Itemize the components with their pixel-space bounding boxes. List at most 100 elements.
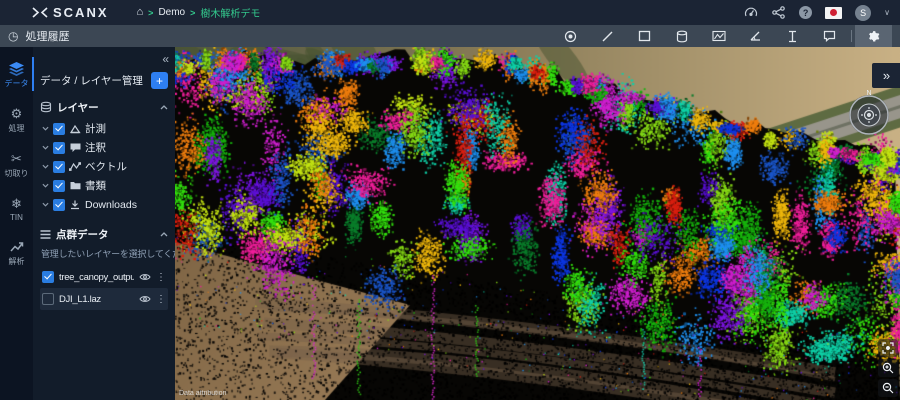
pointcloud-file-row[interactable]: tree_canopy_output_seg.laz ⋮ (40, 266, 168, 288)
toolbar-divider (851, 30, 852, 42)
comment-tool-icon[interactable] (811, 25, 848, 47)
measure-tools (552, 25, 892, 47)
line-measure-tool-icon[interactable] (589, 25, 626, 47)
file-name: tree_canopy_output_seg.laz (59, 272, 134, 283)
chevron-down-icon[interactable]: ∨ (884, 8, 890, 17)
svg-text:N: N (866, 90, 871, 97)
app-title: SCANX (53, 5, 109, 20)
pointcloud-canvas[interactable] (175, 47, 900, 400)
kebab-menu-icon[interactable]: ⋮ (156, 272, 166, 283)
layers-icon (9, 61, 24, 76)
layer-row-vector[interactable]: ベクトル (42, 157, 168, 176)
angle-measure-tool-icon[interactable] (737, 25, 774, 47)
right-panel-collapse-icon[interactable]: » (872, 63, 900, 88)
left-icon-rail: データ ⚙ 処理 ✂ 切取り ❄ TIN 解析 (0, 47, 33, 400)
chevron-down-icon[interactable] (42, 202, 49, 207)
scissors-icon: ✂ (11, 151, 22, 166)
data-attribution-label[interactable]: Data attribution (179, 390, 226, 397)
language-flag-japan[interactable] (825, 7, 842, 19)
settings-gear-icon[interactable] (855, 25, 892, 47)
vector-icon (69, 162, 81, 171)
checkbox-checked[interactable] (53, 123, 65, 135)
layer-row-measure[interactable]: 計測 (42, 119, 168, 138)
rail-item-clip[interactable]: ✂ 切取り (0, 151, 33, 179)
user-avatar[interactable]: S (855, 5, 871, 21)
chevron-down-icon[interactable] (42, 126, 49, 131)
layer-label: Downloads (85, 199, 137, 211)
layer-row-annotation[interactable]: 注釈 (42, 138, 168, 157)
rail-item-analysis[interactable]: 解析 (0, 239, 33, 267)
panel-title: データ / レイヤー管理 (40, 73, 143, 88)
rail-item-data[interactable]: データ (0, 61, 33, 89)
chevron-down-icon[interactable] (42, 145, 49, 150)
secondary-toolbar: ◷ 処理履歴 (0, 25, 900, 47)
chevron-up-icon[interactable] (160, 232, 168, 237)
zoom-controls (878, 339, 898, 397)
point-marker-tool-icon[interactable] (552, 25, 589, 47)
help-icon[interactable]: ? (799, 6, 812, 19)
chevron-down-icon[interactable] (42, 164, 49, 169)
layer-row-documents[interactable]: 書類 (42, 176, 168, 195)
breadcrumb-item-demo[interactable]: Demo (158, 7, 185, 18)
pointcloud-section-header[interactable]: 点群データ (40, 224, 168, 244)
checkbox-checked[interactable] (53, 142, 65, 154)
rail-item-processing[interactable]: ⚙ 処理 (0, 106, 33, 134)
pointcloud-section-title: 点群データ (56, 227, 109, 242)
chevron-up-icon[interactable] (160, 105, 168, 110)
rail-label: 切取り (5, 168, 29, 179)
usage-gauge-icon[interactable] (743, 5, 758, 20)
file-name: DJI_L1.laz (59, 294, 134, 305)
profile-chart-tool-icon[interactable] (700, 25, 737, 47)
height-measure-tool-icon[interactable] (774, 25, 811, 47)
rail-label: TIN (10, 213, 23, 222)
list-icon (40, 230, 51, 239)
zoom-in-icon[interactable] (878, 359, 898, 377)
layer-panel: « データ / レイヤー管理 + レイヤー (33, 47, 175, 400)
panel-collapse-icon[interactable]: « (40, 53, 168, 68)
measure-icon (69, 124, 81, 134)
zoom-out-icon[interactable] (878, 379, 898, 397)
download-icon (69, 200, 81, 210)
app-window: SCANX ⌂ > Demo > 樹木解析デモ ? S (0, 0, 900, 400)
breadcrumb: ⌂ > Demo > 樹木解析デモ (137, 5, 261, 20)
layer-label: 書類 (85, 178, 106, 193)
top-bar: SCANX ⌂ > Demo > 樹木解析デモ ? S (0, 0, 900, 25)
share-icon[interactable] (771, 5, 786, 20)
layer-label: 注釈 (85, 140, 106, 155)
rail-label: 解析 (9, 256, 25, 267)
pointcloud-file-row[interactable]: DJI_L1.laz ⋮ (40, 288, 168, 310)
layer-label: 計測 (85, 121, 106, 136)
chevron-down-icon[interactable] (42, 183, 49, 188)
kebab-menu-icon[interactable]: ⋮ (156, 294, 166, 305)
layer-stack-icon (40, 101, 52, 113)
clip-cylinder-tool-icon[interactable] (663, 25, 700, 47)
checkbox-checked[interactable] (53, 161, 65, 173)
checkbox-checked[interactable] (53, 199, 65, 211)
analysis-icon (10, 239, 24, 254)
topbar-actions: ? S ∨ (743, 5, 890, 21)
add-layer-button[interactable]: + (151, 72, 168, 89)
layers-section-title: レイヤー (57, 100, 99, 115)
checkbox-checked[interactable] (42, 271, 54, 283)
layers-section-header[interactable]: レイヤー (40, 97, 168, 117)
processing-history-button[interactable]: ◷ 処理履歴 (8, 28, 69, 44)
clock-icon: ◷ (8, 30, 18, 42)
visibility-eye-icon[interactable] (139, 295, 151, 303)
rect-select-tool-icon[interactable] (626, 25, 663, 47)
checkbox-checked[interactable] (53, 180, 65, 192)
viewport-3d[interactable]: » N (175, 47, 900, 400)
home-icon[interactable]: ⌂ (137, 7, 144, 18)
gears-icon: ⚙ (11, 106, 23, 121)
compass-navigation[interactable]: N (843, 87, 895, 139)
breadcrumb-separator-icon: > (190, 8, 195, 18)
pointcloud-hint-text: 管理したいレイヤーを選択してください (41, 247, 168, 260)
visibility-eye-icon[interactable] (139, 273, 151, 281)
checkbox-unchecked[interactable] (42, 293, 54, 305)
fit-view-icon[interactable] (878, 339, 898, 357)
layer-tree: 計測 注釈 (42, 119, 168, 214)
app-logo[interactable]: SCANX (32, 5, 109, 20)
layer-row-downloads[interactable]: Downloads (42, 195, 168, 214)
layer-label: ベクトル (85, 159, 127, 174)
content-area: データ ⚙ 処理 ✂ 切取り ❄ TIN 解析 (0, 47, 900, 400)
rail-item-tin[interactable]: ❄ TIN (0, 196, 33, 222)
